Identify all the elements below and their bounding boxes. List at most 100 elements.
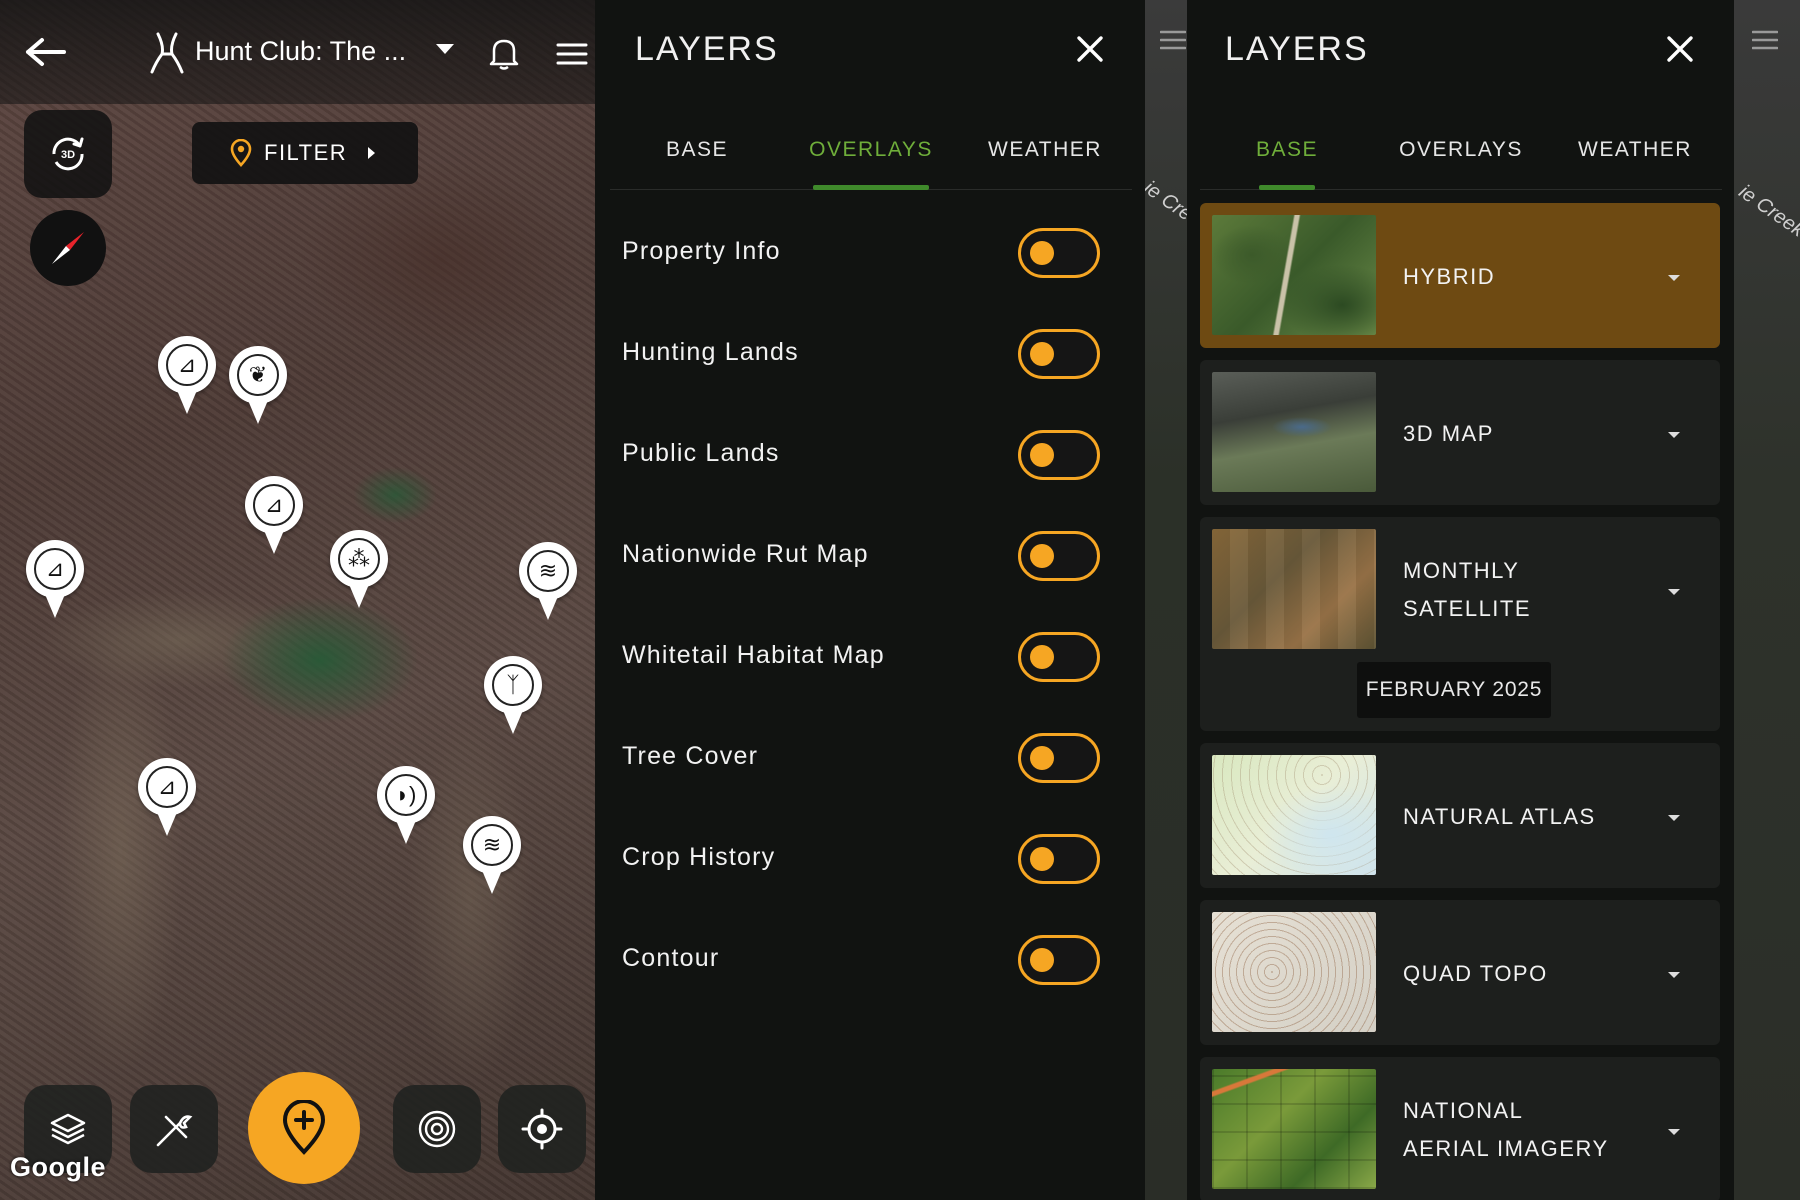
- overlay-toggle[interactable]: [1018, 430, 1100, 480]
- layers-title: LAYERS: [1225, 30, 1369, 68]
- hybrid-thumbnail: [1212, 215, 1376, 335]
- satellite-date-selector[interactable]: FEBRUARY 2025: [1357, 662, 1551, 718]
- tab-weather[interactable]: WEATHER: [1548, 118, 1722, 189]
- scan-icon: [418, 1110, 456, 1148]
- overlay-toggle[interactable]: [1018, 329, 1100, 379]
- overlay-label: Tree Cover: [622, 742, 759, 770]
- water-icon: ≋: [527, 550, 569, 592]
- compass-button[interactable]: [30, 210, 106, 286]
- add-marker-button[interactable]: [248, 1072, 360, 1184]
- app-logo-icon: [150, 32, 184, 74]
- overlay-toggle[interactable]: [1018, 733, 1100, 783]
- base-map-national-aerial[interactable]: NATIONAL AERIAL IMAGERY: [1200, 1057, 1720, 1200]
- 3d-label: 3D: [61, 149, 75, 161]
- overlay-label: Crop History: [622, 843, 776, 871]
- scan-button[interactable]: [393, 1085, 481, 1173]
- locate-button[interactable]: [498, 1085, 586, 1173]
- rotate-3d-icon: 3D: [52, 137, 84, 171]
- tab-weather[interactable]: WEATHER: [958, 118, 1132, 189]
- map-pin-sound[interactable]: ◗): [377, 766, 435, 846]
- close-icon[interactable]: [1665, 34, 1695, 64]
- stand-icon: ⊿: [253, 484, 295, 526]
- menu-icon: [1752, 30, 1778, 50]
- add-marker-icon: [282, 1100, 326, 1155]
- overlay-label: Nationwide Rut Map: [622, 540, 869, 568]
- map-pin-stand[interactable]: ⊿: [158, 336, 216, 416]
- map-view[interactable]: Hunt Club: The ... 3D FILTER ⊿ ❦ ⊿ ⁂ ⊿ ≋…: [0, 0, 595, 1200]
- base-map-label-line1: MONTHLY: [1403, 558, 1520, 583]
- overlay-toggle[interactable]: [1018, 935, 1100, 985]
- tab-base[interactable]: BASE: [1200, 118, 1374, 190]
- chevron-down-icon[interactable]: [1668, 815, 1680, 821]
- chevron-down-icon[interactable]: [1668, 275, 1680, 281]
- monthly-satellite-thumbnail: [1212, 529, 1376, 649]
- overlay-item-hunting-lands: Hunting Lands: [595, 306, 1145, 407]
- chevron-down-icon[interactable]: [1668, 1129, 1680, 1135]
- close-icon[interactable]: [1075, 34, 1105, 64]
- chevron-down-icon[interactable]: [1668, 589, 1680, 595]
- hunt-club-title[interactable]: Hunt Club: The ...: [195, 36, 406, 67]
- feeder-icon: ⁂: [338, 538, 380, 580]
- map-pin-track[interactable]: ❦: [229, 346, 287, 426]
- base-map-label: QUAD TOPO: [1403, 961, 1548, 986]
- stand-icon: ⊿: [166, 344, 208, 386]
- layers-icon: [50, 1113, 86, 1145]
- overlay-toggle[interactable]: [1018, 531, 1100, 581]
- map-pin-water[interactable]: ≋: [463, 816, 521, 896]
- compass-icon: [52, 232, 84, 264]
- map-pin-stand[interactable]: ⊿: [245, 476, 303, 556]
- overlay-item-habitat-map: Whitetail Habitat Map: [595, 609, 1145, 710]
- sound-icon: ◗): [385, 774, 427, 816]
- quad-topo-thumbnail: [1212, 912, 1376, 1032]
- base-map-label-line1: NATIONAL: [1403, 1098, 1524, 1123]
- track-icon: ❦: [237, 354, 279, 396]
- locate-icon: [521, 1108, 563, 1150]
- map-pin-feeder[interactable]: ⁂: [330, 530, 388, 610]
- overlay-toggle[interactable]: [1018, 834, 1100, 884]
- base-map-monthly-satellite[interactable]: MONTHLY SATELLITE FEBRUARY 2025: [1200, 517, 1720, 731]
- map-pin-bedding[interactable]: ᛉ: [484, 656, 542, 736]
- overlay-label: Public Lands: [622, 439, 780, 467]
- back-arrow-icon[interactable]: [22, 32, 68, 72]
- bedding-icon: ᛉ: [492, 664, 534, 706]
- bell-icon[interactable]: [488, 36, 520, 70]
- background-map-strip: ie Creek: [1734, 0, 1800, 1200]
- tools-button[interactable]: [130, 1085, 218, 1173]
- menu-icon[interactable]: [556, 42, 588, 66]
- map-pin-water[interactable]: ≋: [519, 542, 577, 622]
- overlay-list: Property Info Hunting Lands Public Lands…: [595, 205, 1145, 1013]
- overlay-item-property-info: Property Info: [595, 205, 1145, 306]
- chevron-down-icon[interactable]: [1668, 972, 1680, 978]
- chevron-down-icon[interactable]: [1668, 432, 1680, 438]
- 3d-toggle-button[interactable]: 3D: [24, 110, 112, 198]
- overlay-toggle[interactable]: [1018, 228, 1100, 278]
- stand-icon: ⊿: [146, 766, 188, 808]
- map-pin-stand[interactable]: ⊿: [138, 758, 196, 838]
- tab-overlays[interactable]: OVERLAYS: [1374, 118, 1548, 189]
- tab-overlays[interactable]: OVERLAYS: [784, 118, 958, 190]
- base-map-quad-topo[interactable]: QUAD TOPO: [1200, 900, 1720, 1045]
- google-attribution: Google: [10, 1152, 106, 1182]
- overlay-label: Contour: [622, 944, 720, 972]
- base-map-3d[interactable]: 3D MAP: [1200, 360, 1720, 505]
- overlay-item-tree-cover: Tree Cover: [595, 710, 1145, 811]
- map-pin-stand[interactable]: ⊿: [26, 540, 84, 620]
- overlay-item-crop-history: Crop History: [595, 811, 1145, 912]
- club-dropdown-icon[interactable]: [436, 44, 454, 54]
- base-map-natural-atlas[interactable]: NATURAL ATLAS: [1200, 743, 1720, 888]
- base-map-label-line2: AERIAL IMAGERY: [1403, 1136, 1609, 1161]
- overlay-item-rut-map: Nationwide Rut Map: [595, 508, 1145, 609]
- tab-base[interactable]: BASE: [610, 118, 784, 189]
- overlay-label: Property Info: [622, 237, 781, 265]
- overlay-item-public-lands: Public Lands: [595, 407, 1145, 508]
- base-map-label: HYBRID: [1403, 264, 1496, 289]
- filter-label: FILTER: [264, 140, 348, 165]
- map-pin-icon: [230, 139, 252, 167]
- layer-tabs: BASE OVERLAYS WEATHER: [610, 118, 1132, 190]
- creek-label: ie Cre: [1145, 176, 1187, 226]
- overlay-toggle[interactable]: [1018, 632, 1100, 682]
- menu-icon: [1160, 30, 1186, 50]
- filter-button[interactable]: FILTER: [192, 122, 418, 184]
- base-map-hybrid[interactable]: HYBRID: [1200, 203, 1720, 348]
- base-map-label: NATURAL ATLAS: [1403, 804, 1596, 829]
